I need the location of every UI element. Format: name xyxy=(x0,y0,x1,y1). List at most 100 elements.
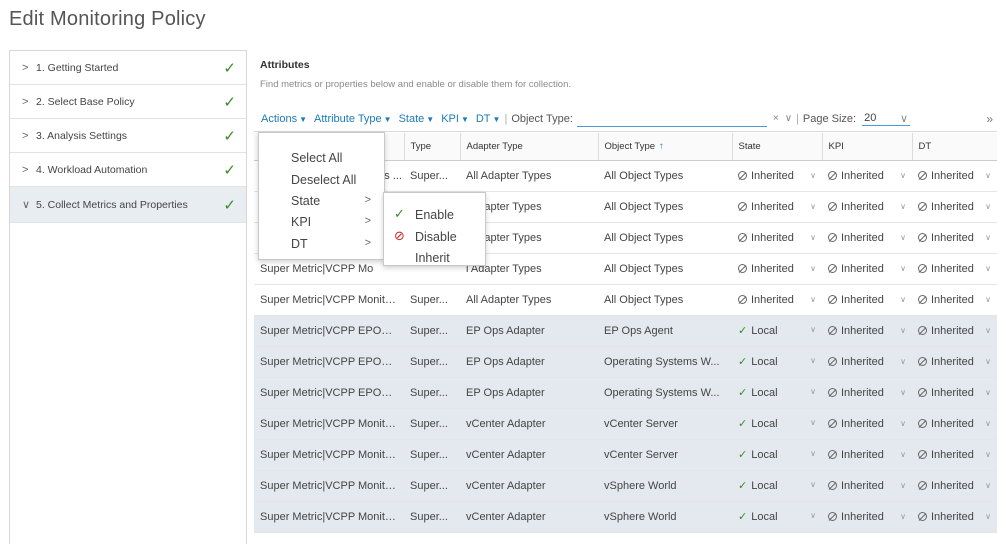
cell-kpi[interactable]: Inherited ∨ xyxy=(822,191,912,223)
cell-dt[interactable]: Inherited ∨ xyxy=(912,346,997,378)
chevron-down-icon[interactable]: ∨ xyxy=(900,295,906,304)
chevron-down-icon[interactable]: ∨ xyxy=(900,450,906,459)
chevron-down-icon[interactable]: ∨ xyxy=(810,480,816,489)
object-type-input[interactable] xyxy=(576,111,767,127)
table-row[interactable]: Super Metric|VCPP Monito... Super... vCent… xyxy=(254,501,997,533)
cell-state[interactable]: ✓ Local ∨ xyxy=(732,408,822,440)
chevron-down-icon[interactable]: ∨ xyxy=(900,419,906,428)
cell-kpi[interactable]: Inherited ∨ xyxy=(822,222,912,254)
cell-state[interactable]: ✓ Local ∨ xyxy=(732,470,822,502)
cell-state[interactable]: Inherited ∨ xyxy=(732,160,822,192)
cell-kpi[interactable]: Inherited ∨ xyxy=(822,315,912,347)
chevron-down-icon[interactable]: ∨ xyxy=(985,264,991,273)
chevron-down-icon[interactable]: ∨ xyxy=(985,295,991,304)
chevron-down-icon[interactable]: ∨ xyxy=(900,481,906,490)
chevron-down-icon[interactable]: ∨ xyxy=(810,171,816,180)
column-object-type[interactable]: Object Type ↑ xyxy=(598,133,733,161)
submenu-item-disable[interactable]: Disable xyxy=(415,230,457,244)
step-select-base-policy[interactable]: > 2. Select Base Policy ✓ xyxy=(10,85,246,119)
cell-kpi[interactable]: Inherited ∨ xyxy=(822,439,912,471)
cell-state[interactable]: ✓ Local ∨ xyxy=(732,315,822,347)
cell-dt[interactable]: Inherited ∨ xyxy=(912,284,997,316)
menu-item-select-all[interactable]: Select All xyxy=(291,151,381,165)
column-dt[interactable]: DT xyxy=(912,133,997,161)
menu-item-state[interactable]: State > xyxy=(291,194,381,208)
cell-state[interactable]: Inherited ∨ xyxy=(732,222,822,254)
column-adapter-type[interactable]: Adapter Type xyxy=(460,133,599,161)
chevron-down-icon[interactable]: ∨ xyxy=(900,512,906,521)
menu-item-dt[interactable]: DT > xyxy=(291,237,381,251)
chevron-down-icon[interactable]: ∨ xyxy=(810,418,816,427)
cell-state[interactable]: Inherited ∨ xyxy=(732,284,822,316)
expand-icon[interactable]: » xyxy=(986,112,993,126)
clear-icon[interactable]: × xyxy=(773,113,779,124)
dt-filter[interactable]: DT ▼ xyxy=(476,113,501,125)
chevron-down-icon[interactable]: ∨ xyxy=(900,357,906,366)
cell-kpi[interactable]: Inherited ∨ xyxy=(822,470,912,502)
chevron-down-icon[interactable]: ∨ xyxy=(810,202,816,211)
cell-kpi[interactable]: Inherited ∨ xyxy=(822,253,912,285)
cell-state[interactable]: ✓ Local ∨ xyxy=(732,377,822,409)
chevron-down-icon[interactable]: ∨ xyxy=(810,233,816,242)
chevron-down-icon[interactable]: ∨ xyxy=(985,512,991,521)
cell-kpi[interactable]: Inherited ∨ xyxy=(822,408,912,440)
table-row[interactable]: Super Metric|VCPP Monito... Super... vCent… xyxy=(254,408,997,440)
chevron-down-icon[interactable]: ∨ xyxy=(810,295,816,304)
cell-dt[interactable]: Inherited ∨ xyxy=(912,191,997,223)
chevron-down-icon[interactable]: ∨ xyxy=(985,419,991,428)
table-row[interactable]: Super Metric|VCPP Monito... Super... vCent… xyxy=(254,439,997,471)
cell-dt[interactable]: Inherited ∨ xyxy=(912,253,997,285)
chevron-down-icon[interactable]: ∨ xyxy=(900,326,906,335)
submenu-item-enable[interactable]: Enable xyxy=(415,208,454,222)
cell-kpi[interactable]: Inherited ∨ xyxy=(822,346,912,378)
cell-kpi[interactable]: Inherited ∨ xyxy=(822,284,912,316)
cell-dt[interactable]: Inherited ∨ xyxy=(912,470,997,502)
cell-dt[interactable]: Inherited ∨ xyxy=(912,408,997,440)
column-state[interactable]: State xyxy=(732,133,823,161)
step-workload-automation[interactable]: > 4. Workload Automation ✓ xyxy=(10,153,246,187)
cell-state[interactable]: ✓ Local ∨ xyxy=(732,501,822,533)
chevron-down-icon[interactable]: ∨ xyxy=(785,113,792,124)
chevron-down-icon[interactable]: ∨ xyxy=(810,387,816,396)
menu-item-kpi[interactable]: KPI > xyxy=(291,215,381,229)
kpi-filter[interactable]: KPI ▼ xyxy=(441,113,469,125)
table-row[interactable]: Super Metric|VCPP Monito... Super... vCent… xyxy=(254,470,997,502)
chevron-down-icon[interactable]: ∨ xyxy=(810,449,816,458)
chevron-down-icon[interactable]: ∨ xyxy=(900,202,906,211)
table-row[interactable]: Super Metric|VCPP EPOps ... Super... EP Op… xyxy=(254,315,997,347)
chevron-down-icon[interactable]: ∨ xyxy=(985,450,991,459)
table-row[interactable]: Super Metric|VCPP EPOps ... Super... EP Op… xyxy=(254,377,997,409)
chevron-down-icon[interactable]: ∨ xyxy=(900,171,906,180)
submenu-item-inherit[interactable]: Inherit xyxy=(415,251,450,265)
column-type[interactable]: Type xyxy=(404,133,461,161)
step-collect-metrics[interactable]: ∨ 5. Collect Metrics and Properties ✓ xyxy=(10,187,246,223)
cell-dt[interactable]: Inherited ∨ xyxy=(912,315,997,347)
cell-kpi[interactable]: Inherited ∨ xyxy=(822,160,912,192)
chevron-down-icon[interactable]: ∨ xyxy=(900,264,906,273)
cell-kpi[interactable]: Inherited ∨ xyxy=(822,501,912,533)
chevron-down-icon[interactable]: ∨ xyxy=(985,233,991,242)
cell-dt[interactable]: Inherited ∨ xyxy=(912,222,997,254)
cell-kpi[interactable]: Inherited ∨ xyxy=(822,377,912,409)
chevron-down-icon[interactable]: ∨ xyxy=(985,202,991,211)
chevron-down-icon[interactable]: ∨ xyxy=(985,357,991,366)
cell-dt[interactable]: Inherited ∨ xyxy=(912,160,997,192)
step-analysis-settings[interactable]: > 3. Analysis Settings ✓ xyxy=(10,119,246,153)
page-size-select[interactable]: 20 ∨ xyxy=(862,112,911,126)
column-kpi[interactable]: KPI xyxy=(822,133,913,161)
cell-state[interactable]: ✓ Local ∨ xyxy=(732,346,822,378)
cell-state[interactable]: Inherited ∨ xyxy=(732,191,822,223)
cell-state[interactable]: ✓ Local ∨ xyxy=(732,439,822,471)
chevron-down-icon[interactable]: ∨ xyxy=(810,511,816,520)
table-row[interactable]: Super Metric|VCPP Monito... Super... All A… xyxy=(254,284,997,316)
chevron-down-icon[interactable]: ∨ xyxy=(985,171,991,180)
cell-state[interactable]: Inherited ∨ xyxy=(732,253,822,285)
chevron-down-icon[interactable]: ∨ xyxy=(985,481,991,490)
chevron-down-icon[interactable]: ∨ xyxy=(810,325,816,334)
actions-dropdown[interactable]: Actions ▼ xyxy=(261,113,307,125)
chevron-down-icon[interactable]: ∨ xyxy=(900,233,906,242)
attribute-type-filter[interactable]: Attribute Type ▼ xyxy=(314,113,392,125)
menu-item-deselect-all[interactable]: Deselect All xyxy=(291,173,381,187)
cell-dt[interactable]: Inherited ∨ xyxy=(912,439,997,471)
chevron-down-icon[interactable]: ∨ xyxy=(985,326,991,335)
